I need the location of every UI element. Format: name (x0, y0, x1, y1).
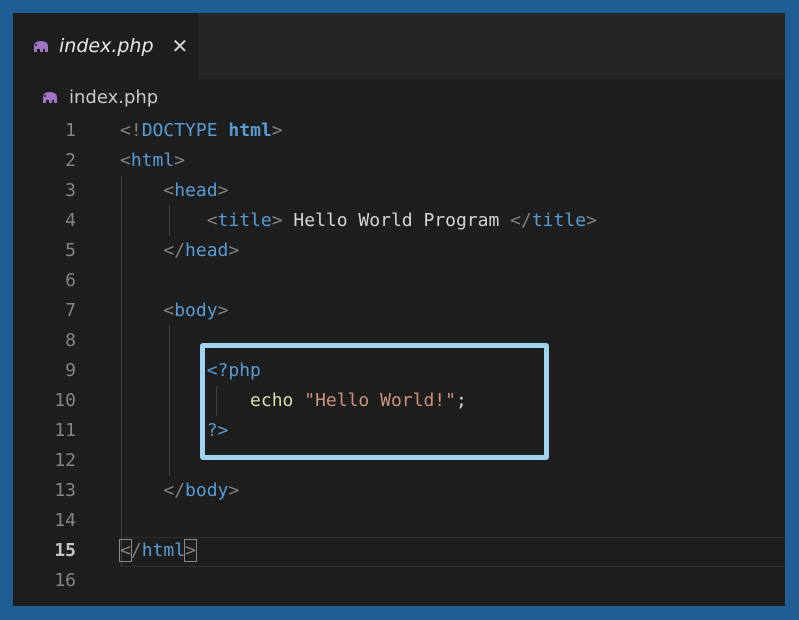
code-token: Hello World Program (282, 210, 511, 231)
breadcrumb: index.php (13, 79, 785, 115)
code-editor: index.php ✕ index.php 1 <!DOCTYPE html> 2 <… (13, 13, 785, 606)
line-number: 14 (54, 510, 76, 531)
php-block-highlight (200, 343, 549, 460)
tab-label: index.php (59, 35, 154, 57)
code-token: <! (120, 120, 142, 141)
line-number: 15 (54, 540, 76, 561)
code-token: DOCTYPE (141, 120, 229, 141)
code-token: title (531, 210, 587, 231)
line-number: 8 (65, 330, 76, 351)
code-token: html (130, 150, 175, 171)
code-line[interactable]: 14 (13, 506, 785, 536)
php-elephant-icon (32, 40, 50, 53)
line-number: 1 (65, 120, 76, 141)
code-token: > (228, 240, 240, 261)
line-number: 10 (54, 390, 76, 411)
code-token: html (141, 540, 186, 561)
code-token: head (185, 240, 229, 261)
code-text: <head> (120, 176, 228, 206)
code-token: > (271, 210, 283, 231)
code-line[interactable]: 2 <html> (13, 146, 785, 176)
line-number: 11 (54, 420, 76, 441)
code-line[interactable]: 3 <head> (13, 176, 785, 206)
breadcrumb-filename[interactable]: index.php (69, 87, 158, 108)
code-token: html (228, 120, 272, 141)
code-text: <body> (120, 296, 228, 326)
code-line[interactable]: 6 (13, 266, 785, 296)
code-text: </head> (120, 236, 239, 266)
code-token: title (217, 210, 272, 231)
line-number: 5 (65, 240, 76, 261)
code-line[interactable]: 7 <body> (13, 296, 785, 326)
code-line[interactable]: 4 <title> Hello World Program </title> (13, 206, 785, 236)
php-elephant-icon (41, 91, 59, 104)
code-text: </html> (119, 536, 197, 566)
line-number: 6 (65, 270, 76, 291)
line-number: 2 (65, 150, 76, 171)
code-token: < (120, 150, 131, 171)
code-token: > (228, 480, 240, 501)
code-token: < (163, 300, 175, 321)
code-token: < (206, 210, 218, 231)
line-number: 16 (54, 570, 76, 591)
code-token: </ (163, 480, 186, 501)
code-token: > (174, 150, 186, 171)
code-token: head (174, 180, 218, 201)
code-token: </ (510, 210, 532, 231)
code-line[interactable]: 5 </head> (13, 236, 785, 266)
line-number: 13 (54, 480, 76, 501)
code-token: < (119, 539, 132, 562)
code-text: <html> (120, 146, 185, 176)
code-token: > (217, 180, 229, 201)
line-number: 7 (65, 300, 76, 321)
code-line[interactable]: 16 (13, 566, 785, 596)
code-token: body (185, 480, 229, 501)
line-number: 4 (65, 210, 76, 231)
code-line[interactable]: 13 </body> (13, 476, 785, 506)
tab-bar: index.php ✕ (13, 13, 785, 79)
code-token: </ (163, 240, 186, 261)
code-token: / (130, 540, 142, 561)
code-line[interactable]: 15 </html> (13, 536, 785, 566)
screenshot-frame: index.php ✕ index.php 1 <!DOCTYPE html> 2 <… (0, 0, 799, 620)
line-number: 9 (65, 360, 76, 381)
tab-index-php[interactable]: index.php ✕ (13, 13, 198, 79)
code-token: > (271, 120, 283, 141)
code-token: > (586, 210, 597, 231)
code-token: > (217, 300, 229, 321)
line-number: 12 (54, 450, 76, 471)
line-number: 3 (65, 180, 76, 201)
code-text: </body> (120, 476, 239, 506)
code-token: > (184, 539, 197, 562)
code-line[interactable]: 1 <!DOCTYPE html> (13, 116, 785, 146)
code-text: <title> Hello World Program </title> (120, 206, 597, 236)
code-text: <!DOCTYPE html> (120, 116, 283, 146)
code-token: < (163, 180, 175, 201)
code-token: body (174, 300, 218, 321)
close-icon[interactable]: ✕ (172, 34, 189, 58)
